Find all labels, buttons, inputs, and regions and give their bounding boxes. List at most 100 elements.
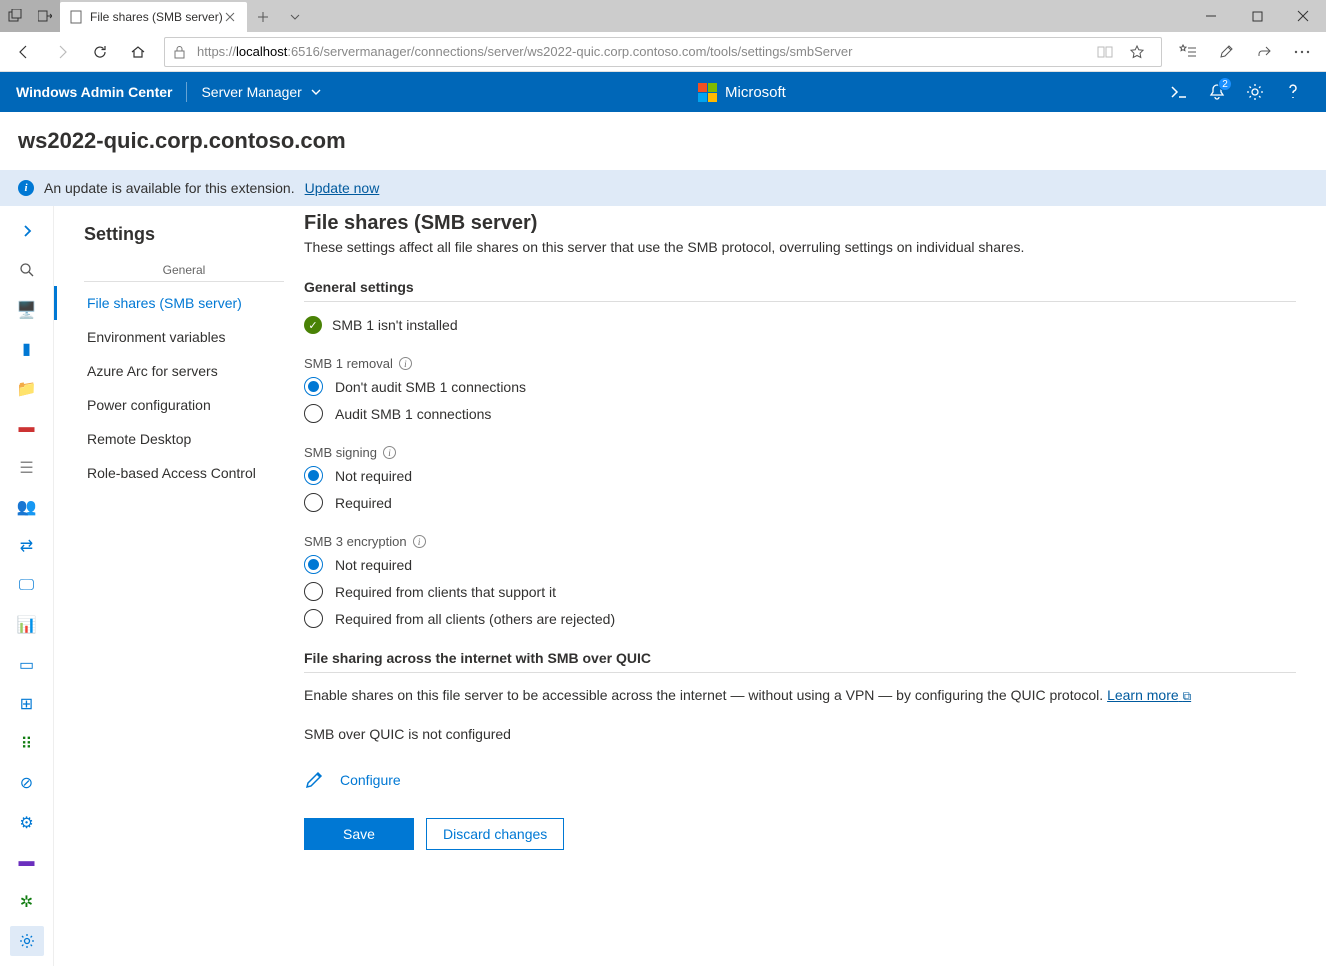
security-icon[interactable]: ⊘ [10,769,44,798]
page-title: ws2022-quic.corp.contoso.com [0,112,1326,170]
learn-more-link[interactable]: Learn more ⧉ [1107,687,1191,703]
url-text: https://localhost:6516/servermanager/con… [197,44,1089,59]
info-icon[interactable]: i [413,535,426,548]
external-link-icon: ⧉ [1183,689,1192,703]
services-icon[interactable]: ⚙ [10,808,44,837]
tab-dropdown-icon[interactable] [279,2,311,32]
search-icon[interactable] [10,255,44,284]
share-icon[interactable] [1248,36,1280,68]
tab-title: File shares (SMB server) [90,10,223,24]
list-icon[interactable]: ☰ [10,453,44,482]
nav-group-label: General [84,259,284,282]
new-tab-button[interactable] [247,2,279,32]
microsoft-logo: Microsoft [698,83,786,102]
settings-rail-icon[interactable] [10,926,44,955]
radio-icon [304,493,323,512]
browser-toolbar: https://localhost:6516/servermanager/con… [0,32,1326,72]
tool-rail: 🖥️ ▮ 📁 ▬ ☰ 👥 ⇄ 🖵 📊 ▭ ⊞ ⠿ ⊘ ⚙ ▬ ✲ [0,206,54,966]
users-icon[interactable]: 👥 [10,492,44,521]
minimize-button[interactable] [1188,0,1234,32]
refresh-button[interactable] [84,36,116,68]
smb3-required-all[interactable]: Required from all clients (others are re… [304,609,1296,628]
nav-file-shares[interactable]: File shares (SMB server) [54,286,304,320]
powershell-icon[interactable] [1162,75,1196,109]
network-icon[interactable]: ⇄ [10,532,44,561]
radio-icon [304,404,323,423]
help-icon[interactable] [1276,75,1310,109]
maximize-button[interactable] [1234,0,1280,32]
main-desc: These settings affect all file shares on… [304,239,1296,255]
chevron-down-icon [310,86,322,98]
firewall-icon[interactable]: ▬ [10,413,44,442]
forward-button[interactable] [46,36,78,68]
update-notice: i An update is available for this extens… [0,170,1326,206]
smb-signing-label: SMB signing i [304,445,1296,460]
notification-badge: 2 [1218,77,1232,91]
expand-rail-icon[interactable] [10,216,44,245]
breadcrumb[interactable]: Server Manager [201,84,321,100]
smb3-not-required[interactable]: Not required [304,555,1296,574]
smb-signing-required[interactable]: Required [304,493,1296,512]
nav-remote-desktop[interactable]: Remote Desktop [54,422,304,456]
window-group-1-icon[interactable] [0,0,30,32]
main-title: File shares (SMB server) [304,212,1296,235]
configure-button[interactable]: Configure [304,770,1296,790]
notifications-icon[interactable]: 2 [1200,75,1234,109]
nav-env-vars[interactable]: Environment variables [54,320,304,354]
browser-titlebar: File shares (SMB server) [0,0,1326,32]
more-icon[interactable] [1286,36,1318,68]
window-group-2-icon[interactable] [30,0,60,32]
discard-button[interactable]: Discard changes [426,818,564,850]
quic-status: SMB over QUIC is not configured [304,726,1296,742]
quic-desc: Enable shares on this file server to be … [304,687,1296,704]
settings-nav: Settings General File shares (SMB server… [54,206,304,966]
radio-icon [304,609,323,628]
reading-view-icon[interactable] [1089,36,1121,68]
radio-selected-icon [304,466,323,485]
overview-icon[interactable]: 🖥️ [10,295,44,324]
nav-azure-arc[interactable]: Azure Arc for servers [54,354,304,388]
favorite-icon[interactable] [1121,36,1153,68]
close-window-button[interactable] [1280,0,1326,32]
smb3-required-supporting[interactable]: Required from clients that support it [304,582,1296,601]
monitor-icon[interactable]: 🖵 [10,571,44,600]
azure-icon[interactable]: ▮ [10,334,44,363]
smb3-encryption-label: SMB 3 encryption i [304,534,1296,549]
updates-icon[interactable]: ✲ [10,887,44,916]
check-icon: ✓ [304,316,322,334]
card-icon[interactable]: ▭ [10,650,44,679]
back-button[interactable] [8,36,40,68]
smb1-removal-label: SMB 1 removal i [304,356,1296,371]
apps-icon[interactable]: ⠿ [10,729,44,758]
info-icon[interactable]: i [399,357,412,370]
favorites-list-icon[interactable] [1172,36,1204,68]
smb1-status: ✓ SMB 1 isn't installed [304,316,1296,334]
brand-label[interactable]: Windows Admin Center [16,84,172,100]
general-settings-heading: General settings [304,279,1296,302]
page-icon [68,9,84,25]
smb1-removal-audit[interactable]: Audit SMB 1 connections [304,404,1296,423]
smb-signing-not-required[interactable]: Not required [304,466,1296,485]
nav-rbac[interactable]: Role-based Access Control [54,456,304,490]
files-icon[interactable]: 📁 [10,374,44,403]
address-bar[interactable]: https://localhost:6516/servermanager/con… [164,37,1162,67]
notes-icon[interactable] [1210,36,1242,68]
radio-selected-icon [304,555,323,574]
nav-power[interactable]: Power configuration [54,388,304,422]
registry-icon[interactable]: ⊞ [10,690,44,719]
save-button[interactable]: Save [304,818,414,850]
browser-tab[interactable]: File shares (SMB server) [60,2,247,32]
radio-selected-icon [304,377,323,396]
smb1-removal-dont-audit[interactable]: Don't audit SMB 1 connections [304,377,1296,396]
app-header: Windows Admin Center Server Manager Micr… [0,72,1326,112]
tab-close-icon[interactable] [223,10,237,24]
home-button[interactable] [122,36,154,68]
info-icon[interactable]: i [383,446,396,459]
storage-icon[interactable]: ▬ [10,848,44,877]
separator [186,82,187,102]
main-panel: File shares (SMB server) These settings … [304,206,1326,966]
perf-icon[interactable]: 📊 [10,611,44,640]
update-now-link[interactable]: Update now [305,180,380,196]
settings-icon[interactable] [1238,75,1272,109]
info-icon: i [18,180,34,196]
